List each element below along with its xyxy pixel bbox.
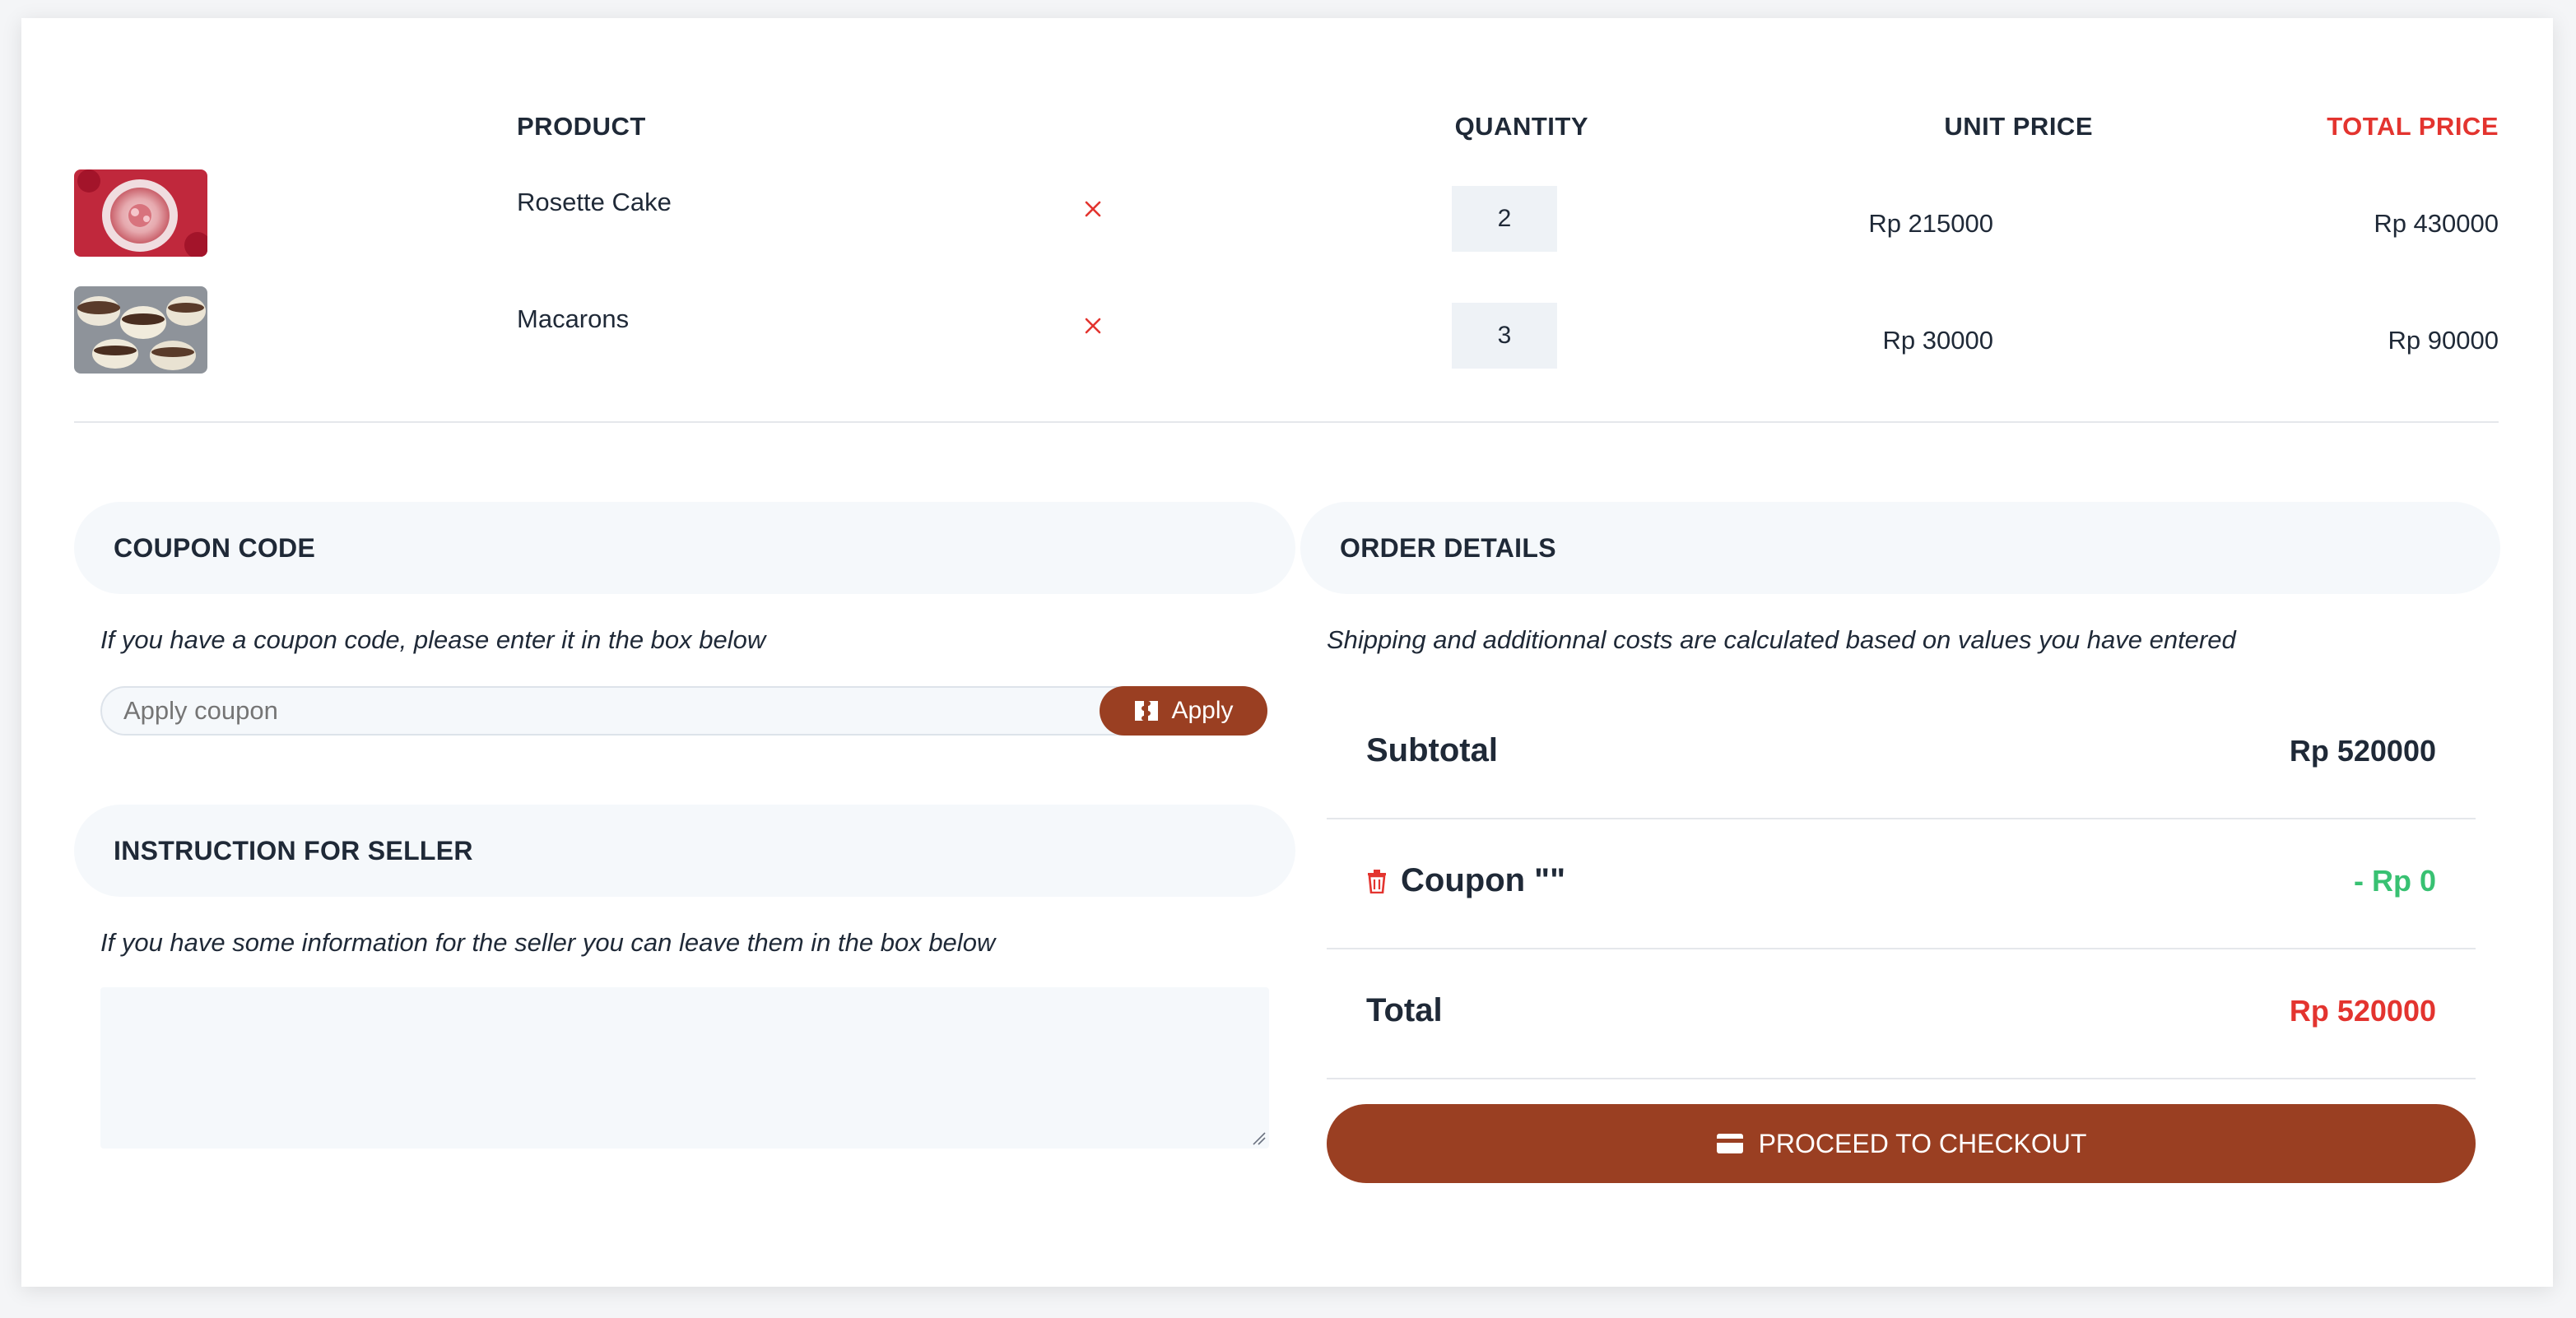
- remove-item-icon[interactable]: [1081, 197, 1104, 220]
- table-row: Macarons 3 Rp 30000 Rp 90000: [74, 286, 2499, 377]
- instruction-panel-title: INSTRUCTION FOR SELLER: [74, 805, 1295, 897]
- order-hint: Shipping and additionnal costs are calcu…: [1327, 625, 2236, 654]
- subtotal-value: Rp 520000: [2289, 734, 2436, 768]
- coupon-hint: If you have a coupon code, please enter …: [100, 625, 766, 654]
- cart-card: PRODUCT QUANTITY UNIT PRICE TOTAL PRICE: [21, 18, 2553, 1287]
- coupon-discount-value: - Rp 0: [2353, 864, 2436, 898]
- trash-icon[interactable]: [1366, 869, 1388, 893]
- subtotal-label: Subtotal: [1366, 732, 1498, 768]
- header-total-price: TOTAL PRICE: [2327, 112, 2499, 141]
- product-name[interactable]: Macarons: [517, 304, 629, 334]
- credit-card-icon: [1716, 1134, 1743, 1153]
- apply-label: Apply: [1171, 697, 1234, 724]
- checkout-label: PROCEED TO CHECKOUT: [1758, 1128, 2087, 1158]
- product-name[interactable]: Rosette Cake: [517, 188, 672, 217]
- unit-price: Rp 30000: [1882, 326, 1993, 355]
- quantity-input[interactable]: 2: [1452, 186, 1557, 252]
- order-panel-title: ORDER DETAILS: [1300, 502, 2500, 594]
- remove-item-icon[interactable]: [1081, 314, 1104, 337]
- coupon-field: Apply: [100, 686, 1267, 736]
- coupon-row: Coupon "" - Rp 0: [1327, 819, 2476, 949]
- ticket-icon: [1135, 701, 1159, 721]
- section-divider: [74, 421, 2499, 423]
- coupon-panel-title: COUPON CODE: [74, 502, 1295, 594]
- coupon-label: Coupon "": [1401, 862, 1566, 898]
- apply-coupon-button[interactable]: Apply: [1100, 686, 1267, 736]
- header-quantity: QUANTITY: [1454, 112, 1588, 141]
- resize-handle-icon[interactable]: [1251, 1130, 1266, 1145]
- total-row: Total Rp 520000: [1327, 949, 2476, 1079]
- coupon-input[interactable]: [123, 688, 1070, 734]
- total-price: Rp 90000: [2388, 326, 2499, 355]
- instruction-hint: If you have some information for the sel…: [100, 928, 996, 957]
- coupon-label-wrap: Coupon "": [1366, 862, 1565, 899]
- total-price: Rp 430000: [2374, 209, 2499, 238]
- subtotal-row: Subtotal Rp 520000: [1327, 689, 2476, 819]
- product-image[interactable]: [74, 169, 207, 257]
- header-product: PRODUCT: [517, 112, 646, 141]
- header-unit-price: UNIT PRICE: [1944, 112, 2093, 141]
- quantity-input[interactable]: 3: [1452, 303, 1557, 369]
- table-row: Rosette Cake 2 Rp 215000 Rp 430000: [74, 169, 2499, 260]
- total-label: Total: [1366, 992, 1443, 1028]
- total-value: Rp 520000: [2289, 994, 2436, 1028]
- seller-instruction-textarea[interactable]: [100, 987, 1269, 1149]
- proceed-to-checkout-button[interactable]: PROCEED TO CHECKOUT: [1327, 1104, 2476, 1183]
- product-image[interactable]: [74, 286, 207, 374]
- unit-price: Rp 215000: [1868, 209, 1993, 238]
